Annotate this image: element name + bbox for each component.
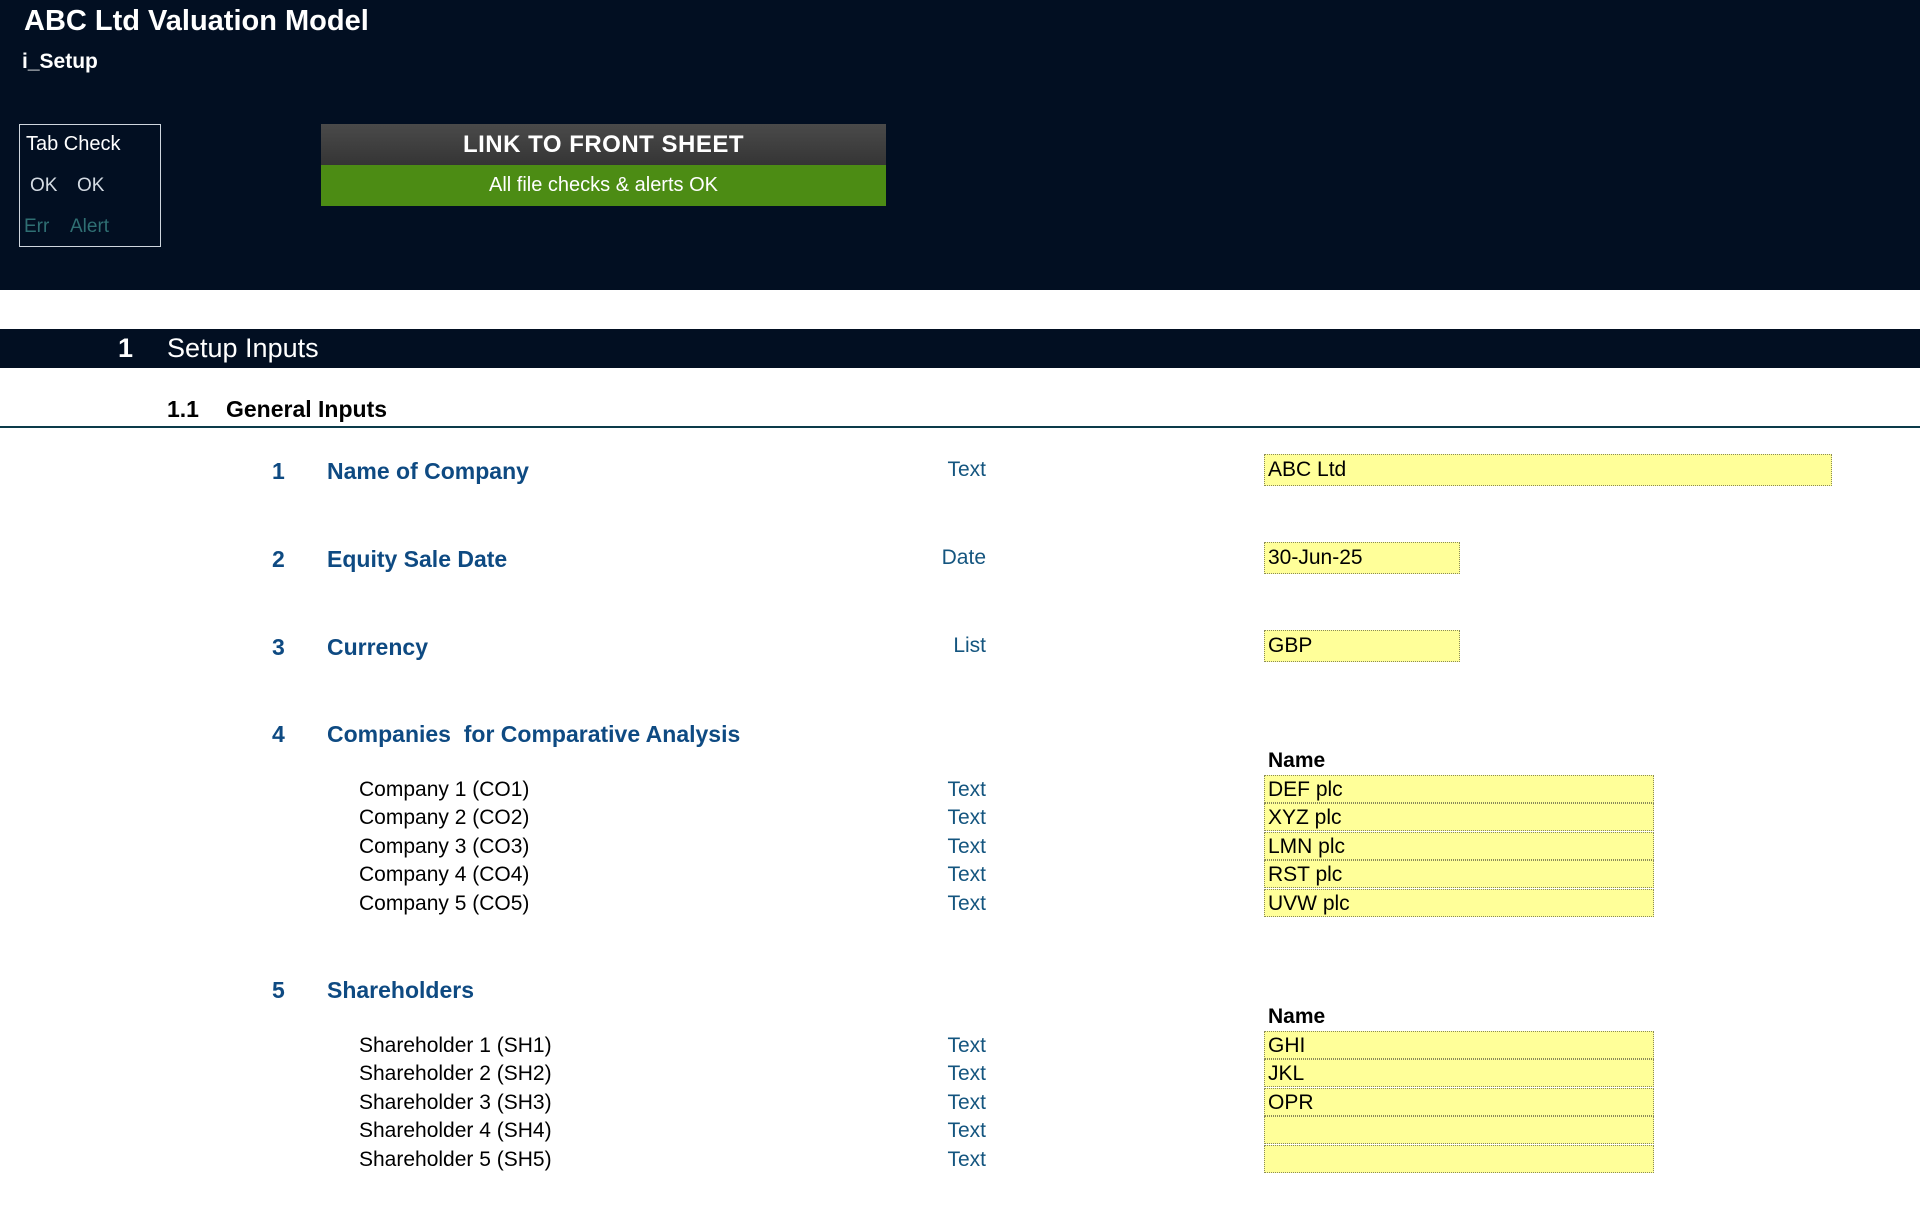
comparatives-label: Companies for Comparative Analysis <box>327 721 741 747</box>
company-row-label: Company 5 (CO5) <box>359 892 530 915</box>
item-number: 2 <box>272 546 285 572</box>
shareholder-name-input[interactable] <box>1264 1145 1654 1173</box>
input-type: Text <box>947 1034 986 1057</box>
item-number: 5 <box>272 977 285 1003</box>
shareholder-name-input[interactable]: OPR <box>1264 1088 1654 1116</box>
front-sheet-link-box: LINK TO FRONT SHEET All file checks & al… <box>321 124 886 206</box>
company-name-input[interactable]: DEF plc <box>1264 775 1654 803</box>
input-type: Text <box>947 835 986 858</box>
company-name-input[interactable]: ABC Ltd <box>1264 454 1832 486</box>
input-type: Text <box>947 892 986 915</box>
currency-select[interactable]: GBP <box>1264 630 1460 662</box>
subsection-title: General Inputs <box>226 396 388 422</box>
file-checks-status: All file checks & alerts OK <box>321 165 886 206</box>
input-type: Text <box>947 1119 986 1142</box>
section-number: 1 <box>118 333 134 363</box>
shareholder-name-input[interactable]: GHI <box>1264 1031 1654 1059</box>
input-type: List <box>953 634 986 657</box>
company-row-label: Company 3 (CO3) <box>359 835 530 858</box>
input-type: Text <box>947 778 986 801</box>
input-type: Text <box>947 1148 986 1171</box>
model-header: ABC Ltd Valuation Model i_Setup Tab Chec… <box>0 0 1920 290</box>
input-type: Text <box>947 806 986 829</box>
company-row-label: Company 1 (CO1) <box>359 778 530 801</box>
equity-sale-date-input[interactable]: 30-Jun-25 <box>1264 542 1460 574</box>
app-title: ABC Ltd Valuation Model <box>24 5 369 37</box>
company-name-input[interactable]: RST plc <box>1264 860 1654 888</box>
company-name-input[interactable]: UVW plc <box>1264 889 1654 917</box>
item-number: 4 <box>272 721 285 747</box>
company-name-input[interactable]: LMN plc <box>1264 832 1654 860</box>
input-type: Text <box>947 1062 986 1085</box>
subsection-header: 1.1 General Inputs <box>0 394 1920 428</box>
shareholder-row-label: Shareholder 4 (SH4) <box>359 1119 552 1142</box>
shareholder-row-label: Shareholder 1 (SH1) <box>359 1034 552 1057</box>
shareholder-row-label: Shareholder 2 (SH2) <box>359 1062 552 1085</box>
shareholder-row-label: Shareholder 5 (SH5) <box>359 1148 552 1171</box>
equity-sale-date-label: Equity Sale Date <box>327 546 508 572</box>
tab-check-title: Tab Check <box>26 133 121 155</box>
company-row-label: Company 4 (CO4) <box>359 863 530 886</box>
input-type: Date <box>941 546 986 569</box>
company-name-input[interactable]: XYZ plc <box>1264 803 1654 831</box>
sheet-name: i_Setup <box>22 50 98 73</box>
shareholder-name-input[interactable]: JKL <box>1264 1059 1654 1087</box>
tab-check-alert: Alert <box>70 216 110 237</box>
section-header: 1 Setup Inputs <box>0 329 1920 368</box>
subsection-number: 1.1 <box>167 396 199 422</box>
name-column-header: Name <box>1268 749 1326 772</box>
input-type: Text <box>947 458 986 481</box>
name-column-header: Name <box>1268 1005 1326 1028</box>
input-type: Text <box>947 863 986 886</box>
tab-check-panel: Tab Check OK OK Err Alert <box>19 124 161 247</box>
shareholder-row-label: Shareholder 3 (SH3) <box>359 1091 552 1114</box>
item-number: 1 <box>272 458 285 484</box>
shareholder-name-input[interactable] <box>1264 1116 1654 1144</box>
currency-label: Currency <box>327 634 428 660</box>
company-row-label: Company 2 (CO2) <box>359 806 530 829</box>
company-name-label: Name of Company <box>327 458 529 484</box>
item-number: 3 <box>272 634 285 660</box>
tab-check-err: Err <box>24 216 50 237</box>
shareholders-label: Shareholders <box>327 977 474 1003</box>
tab-check-ok: OK <box>30 175 58 196</box>
input-type: Text <box>947 1091 986 1114</box>
link-to-front-sheet-button[interactable]: LINK TO FRONT SHEET <box>321 124 886 165</box>
section-title: Setup Inputs <box>167 333 319 363</box>
tab-check-ok-status: OK <box>77 175 105 196</box>
